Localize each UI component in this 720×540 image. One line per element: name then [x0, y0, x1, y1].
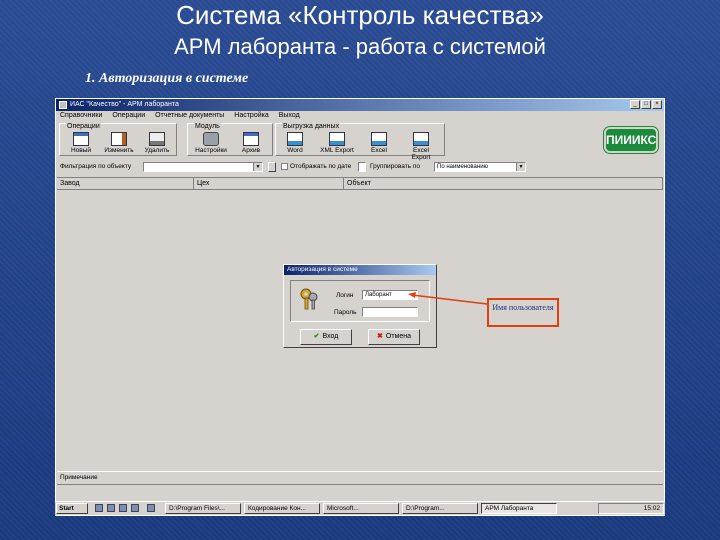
excel-button-label: Excel [371, 147, 387, 154]
taskbar-item-arm[interactable]: АРМ Лаборанта [481, 503, 557, 514]
username-callout: Имя пользователя [487, 298, 559, 327]
login-cancel-label: Отмена [385, 333, 411, 340]
quicklaunch-media-icon[interactable] [131, 504, 139, 512]
delete-button-label: Удалить [144, 147, 170, 154]
sort-combo[interactable]: По наименованию ▼ [434, 162, 526, 172]
toolbar-group-export: Выгрузка данных Word XML Export Excel Ex… [275, 123, 445, 161]
slide-step-heading: 1. Авторизация в системе [85, 71, 249, 86]
quicklaunch-desktop-icon[interactable] [95, 504, 103, 512]
excel-icon [371, 132, 387, 146]
system-tray: 15:02 [598, 503, 664, 514]
edit-button-label: Изменить [104, 147, 134, 154]
start-button[interactable]: Start [56, 503, 88, 514]
menu-item-references[interactable]: Справочники [60, 112, 102, 119]
close-icon[interactable]: × [652, 100, 662, 109]
toolbar-group-label: Выгрузка данных [282, 123, 341, 130]
delete-icon [149, 132, 165, 146]
window-controls: _ □ × [630, 100, 662, 109]
menu-item-settings[interactable]: Настройка [234, 112, 268, 119]
clock: 15:02 [643, 505, 660, 512]
excel-export-button-label: Excel Export [411, 147, 431, 161]
dialog-title[interactable]: Авторизация в системе [284, 265, 436, 275]
filter-object-label: Фильтрация по объекту [60, 163, 132, 170]
date-filter-label: Отображать по дате [290, 163, 352, 170]
taskbar: Start D:\Program Files\... Кодирование К… [55, 501, 665, 515]
check-icon: ✔ [313, 333, 320, 340]
quicklaunch-mail-icon[interactable] [107, 504, 115, 512]
toolbar-group-operations: Операции Новый Изменить Удалить [59, 123, 177, 156]
toolbar-group-label: Операции [66, 123, 101, 130]
sort-combo-value: По наименованию [437, 164, 489, 170]
column-header-workshop[interactable]: Цех [194, 178, 344, 190]
login-cancel-button[interactable]: ✖ Отмена [368, 329, 420, 345]
filter-object-combo[interactable]: ▼ [143, 162, 263, 172]
archive-button[interactable]: Архив [234, 132, 268, 156]
menu-item-exit[interactable]: Выход [279, 112, 300, 119]
edit-button[interactable]: Изменить [102, 132, 136, 156]
login-field[interactable]: Лаборант [362, 290, 418, 300]
maximize-icon[interactable]: □ [641, 100, 651, 109]
excel-export-icon [413, 132, 429, 146]
login-label: Логин [336, 292, 354, 299]
toolbar-group-label: Модуль [194, 123, 221, 130]
new-button[interactable]: Новый [64, 132, 98, 156]
keys-icon [300, 288, 318, 310]
menu-item-operations[interactable]: Операции [112, 112, 145, 119]
edit-icon [111, 132, 127, 146]
new-button-label: Новый [70, 147, 92, 154]
excel-export-button[interactable]: Excel Export [404, 132, 438, 161]
filter-bar: Фильтрация по объекту ▼ Отображать по да… [56, 160, 664, 174]
login-dialog: Авторизация в системе Логин Лаборант Пар… [283, 264, 437, 348]
password-label: Пароль [334, 309, 357, 316]
menu-item-reports[interactable]: Отчетные документы [155, 112, 224, 119]
slide-subtitle: АРМ лаборанта - работа с системой [174, 34, 546, 59]
date-filter-picker[interactable] [358, 162, 366, 172]
quicklaunch-browser-icon[interactable] [119, 504, 127, 512]
column-header-object[interactable]: Объект [344, 178, 663, 190]
toolbar-group-module: Модуль Настройки Архив [187, 123, 273, 156]
note-panel-header: Примечание [57, 471, 663, 484]
note-label: Примечание [60, 474, 98, 481]
minimize-icon[interactable]: _ [630, 100, 640, 109]
excel-button[interactable]: Excel [362, 132, 396, 156]
delete-button[interactable]: Удалить [140, 132, 174, 156]
login-ok-button[interactable]: ✔ Вход [300, 329, 352, 345]
chevron-down-icon[interactable]: ▼ [253, 163, 262, 171]
sort-label: Группировать по [370, 163, 421, 170]
settings-button-label: Настройки [195, 147, 227, 154]
quicklaunch-folder-icon[interactable] [147, 504, 155, 512]
archive-button-label: Архив [241, 147, 261, 154]
taskbar-item-program[interactable]: D:\Program... [402, 503, 478, 514]
column-header-plant[interactable]: Завод [57, 178, 194, 190]
new-doc-icon [73, 132, 89, 146]
cancel-x-icon: ✖ [377, 333, 383, 340]
taskbar-item-coding[interactable]: Кодирование Кон... [244, 503, 320, 514]
company-logo: ПИИИКС [606, 129, 656, 151]
login-ok-label: Вход [322, 333, 339, 340]
tools-icon [203, 132, 219, 146]
taskbar-item-explorer[interactable]: D:\Program Files\... [165, 503, 241, 514]
table-header: Завод Цех Объект [57, 178, 663, 190]
xml-export-button-label: XML Export [320, 147, 354, 154]
xml-export-button[interactable]: XML Export [320, 132, 354, 156]
password-field[interactable] [362, 307, 418, 317]
date-filter-checkbox[interactable] [281, 163, 288, 170]
archive-icon [243, 132, 259, 146]
settings-button[interactable]: Настройки [194, 132, 228, 156]
word-icon [287, 132, 303, 146]
start-label: Start [59, 505, 74, 512]
slide-title: Система «Контроль качества» [176, 0, 544, 30]
xml-export-icon [329, 132, 345, 146]
filter-apply-button[interactable] [268, 162, 276, 172]
window-title: ИАС "Качество" - АРМ лаборанта [70, 101, 179, 108]
window-titlebar[interactable]: ИАС "Качество" - АРМ лаборанта _ □ × [56, 99, 664, 111]
taskbar-item-microsoft[interactable]: Microsoft... [323, 503, 399, 514]
chevron-down-icon[interactable]: ▼ [516, 163, 525, 171]
menu-bar: Справочники Операции Отчетные документы … [56, 111, 664, 121]
word-button[interactable]: Word [278, 132, 312, 156]
app-icon [59, 101, 67, 109]
word-button-label: Word [287, 147, 303, 154]
